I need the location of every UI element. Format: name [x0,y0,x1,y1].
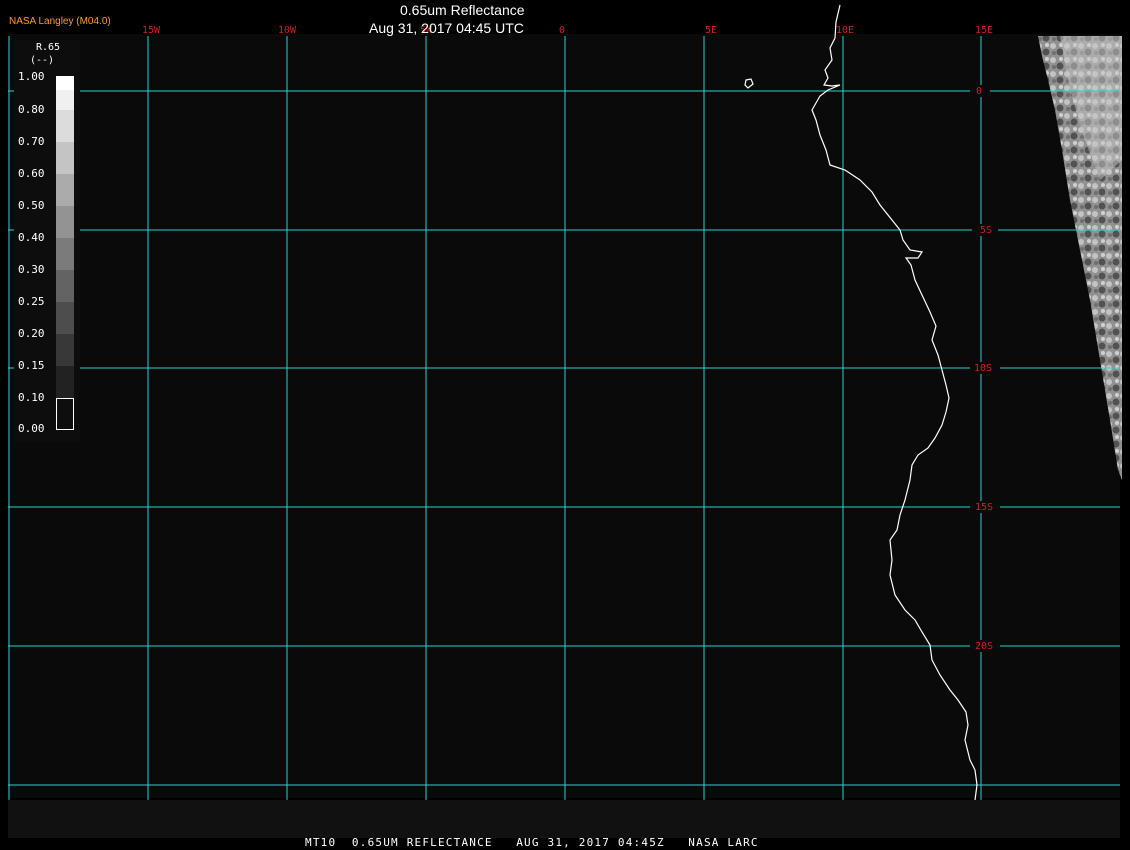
colorbar-swatch-8 [56,270,74,302]
colorbar-tick: 0.30 [18,263,45,276]
colorbar-tick: 0.80 [18,103,45,116]
lon-label-10w: 10W [278,25,297,36]
lat-label-15s: 15S [975,502,993,513]
colorbar-legend: R.65 (--) 1.00 0.80 0.70 0.60 0.50 0.40 … [14,40,80,442]
colorbar-swatch-10 [56,334,74,366]
colorbar-swatch-5 [56,174,74,206]
colorbar-swatch-4 [56,142,74,174]
colorbar-tick: 0.70 [18,135,45,148]
brand-label: NASA Langley (M04.0) [9,16,111,27]
colorbar-tick: 0.50 [18,199,45,212]
colorbar-tick: 0.60 [18,167,45,180]
colorbar-tick: 0.00 [18,422,45,435]
colorbar-tick: 0.25 [18,295,45,308]
lat-label-5s: 5S [980,225,992,236]
page-title: 0.65um Reflectance [400,2,525,18]
lat-label-10s: 10S [974,363,992,374]
colorbar-swatch-1 [56,76,74,90]
lat-label-20s: 20S [975,641,993,652]
colorbar-tick: 1.00 [18,70,45,83]
lon-label-0: 0 [559,25,565,36]
colorbar-variable: R.65 [36,42,61,53]
colorbar-swatch-11 [56,366,74,398]
lon-label-15e: 15E [975,25,993,36]
colorbar-swatch-3 [56,110,74,142]
colorbar-swatch-6 [56,206,74,238]
colorbar-unit: (--) [30,55,55,66]
footer-caption: MT10 0.65UM REFLECTANCE AUG 31, 2017 04:… [305,836,759,849]
colorbar-swatch-2 [56,90,74,110]
colorbar-tick: 0.10 [18,391,45,404]
satellite-map: 15W 10W 0 5E 10E 15E 5W 0 5S 10S 15S 20S [8,4,1122,838]
lat-label-0: 0 [976,86,982,97]
map-background [8,34,1120,798]
footer-band [8,800,1120,838]
colorbar-swatch-9 [56,302,74,334]
colorbar-swatch-7 [56,238,74,270]
colorbar-swatch-12 [56,398,74,430]
lon-label-15w: 15W [142,25,161,36]
lon-label-10e: 10E [836,25,854,36]
page-subtitle: Aug 31, 2017 04:45 UTC [369,20,524,36]
colorbar-tick: 0.15 [18,359,45,372]
lon-label-5e: 5E [705,25,717,36]
colorbar-tick: 0.40 [18,231,45,244]
colorbar-tick: 0.20 [18,327,45,340]
